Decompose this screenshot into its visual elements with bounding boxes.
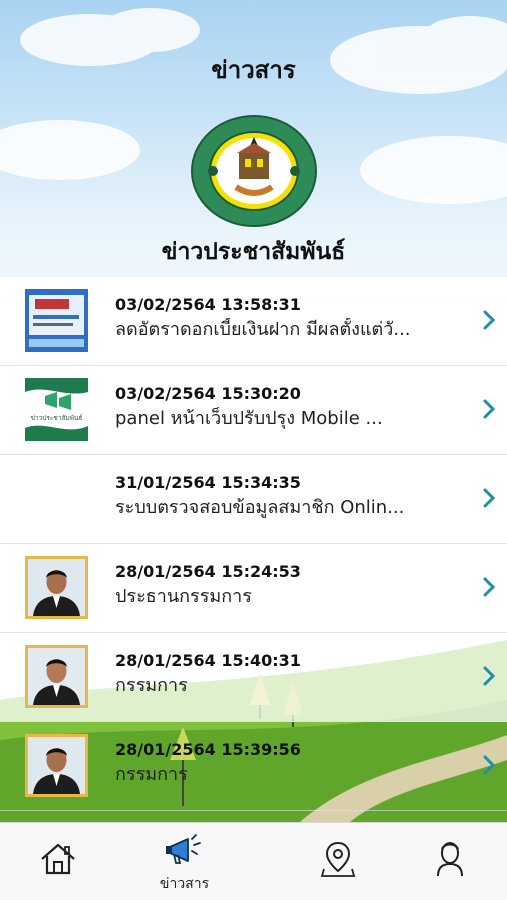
news-date: 28/01/2564 15:24:53 <box>115 562 301 581</box>
news-title: กรรมการ <box>115 675 188 696</box>
person-photo <box>25 645 88 708</box>
chevron-right-icon <box>483 666 496 686</box>
news-title: กรรมการ <box>115 764 188 785</box>
news-item[interactable]: ข่าวประชาสัมพันธ์ 03/02/2564 15:30:20 pa… <box>0 366 507 455</box>
chevron-right-icon <box>483 755 496 775</box>
news-title: ระบบตรวจสอบข้อมูลสมาชิก Onlin... <box>115 497 405 518</box>
tab-news-label: ข่าวสาร <box>159 876 210 892</box>
news-item[interactable]: 28/01/2564 15:24:53 ประธานกรรมการ <box>0 544 507 633</box>
user-icon <box>436 842 463 877</box>
chevron-right-icon <box>483 310 496 330</box>
news-item[interactable]: 28/01/2564 15:39:56 กรรมการ <box>0 722 507 811</box>
chevron-right-icon <box>483 399 496 419</box>
deposit-rate-thumb <box>25 289 88 352</box>
home-icon <box>40 843 75 875</box>
person-photo <box>25 556 88 619</box>
news-date: 28/01/2564 15:39:56 <box>115 740 301 759</box>
cooperative-seal-logo <box>191 115 317 227</box>
person-photo <box>25 734 88 797</box>
header: ข่าวสาร ข่าวประชาสัมพันธ์ <box>0 0 507 270</box>
tab-news[interactable]: ข่าวสาร <box>127 823 242 900</box>
news-date: 03/02/2564 13:58:31 <box>115 295 301 314</box>
section-title: ข่าวประชาสัมพันธ์ <box>161 239 346 265</box>
map-pin-icon <box>320 841 355 877</box>
tab-map[interactable] <box>280 823 395 900</box>
news-title: ประธานกรรมการ <box>115 586 252 607</box>
page-title: ข่าวสาร <box>211 56 296 84</box>
chevron-right-icon <box>483 577 496 597</box>
news-date: 03/02/2564 15:30:20 <box>115 384 301 403</box>
news-date: 31/01/2564 15:34:35 <box>115 473 301 492</box>
news-item[interactable]: 31/01/2564 15:34:35 ระบบตรวจสอบข้อมูลสมา… <box>0 455 507 544</box>
pr-news-thumb-label: ข่าวประชาสัมพันธ์ <box>31 414 83 422</box>
news-title: ลดอัตราดอกเบี้ยเงินฝาก มีผลตั้งแต่วั... <box>115 319 411 340</box>
chevron-right-icon <box>483 488 496 508</box>
news-item[interactable]: 28/01/2564 15:40:31 กรรมการ <box>0 633 507 722</box>
news-date: 28/01/2564 15:40:31 <box>115 651 301 670</box>
tab-profile[interactable] <box>392 823 507 900</box>
news-list: 03/02/2564 13:58:31 ลดอัตราดอกเบี้ยเงินฝ… <box>0 277 507 822</box>
pr-news-thumb: ข่าวประชาสัมพันธ์ <box>25 378 88 441</box>
news-title: panel หน้าเว็บปรับปรุง Mobile ... <box>115 408 383 429</box>
news-item[interactable]: 03/02/2564 13:58:31 ลดอัตราดอกเบี้ยเงินฝ… <box>0 277 507 366</box>
bottom-tab-bar: ข่าวสาร <box>0 822 507 900</box>
tab-home[interactable] <box>0 823 115 900</box>
megaphone-icon <box>165 834 201 864</box>
